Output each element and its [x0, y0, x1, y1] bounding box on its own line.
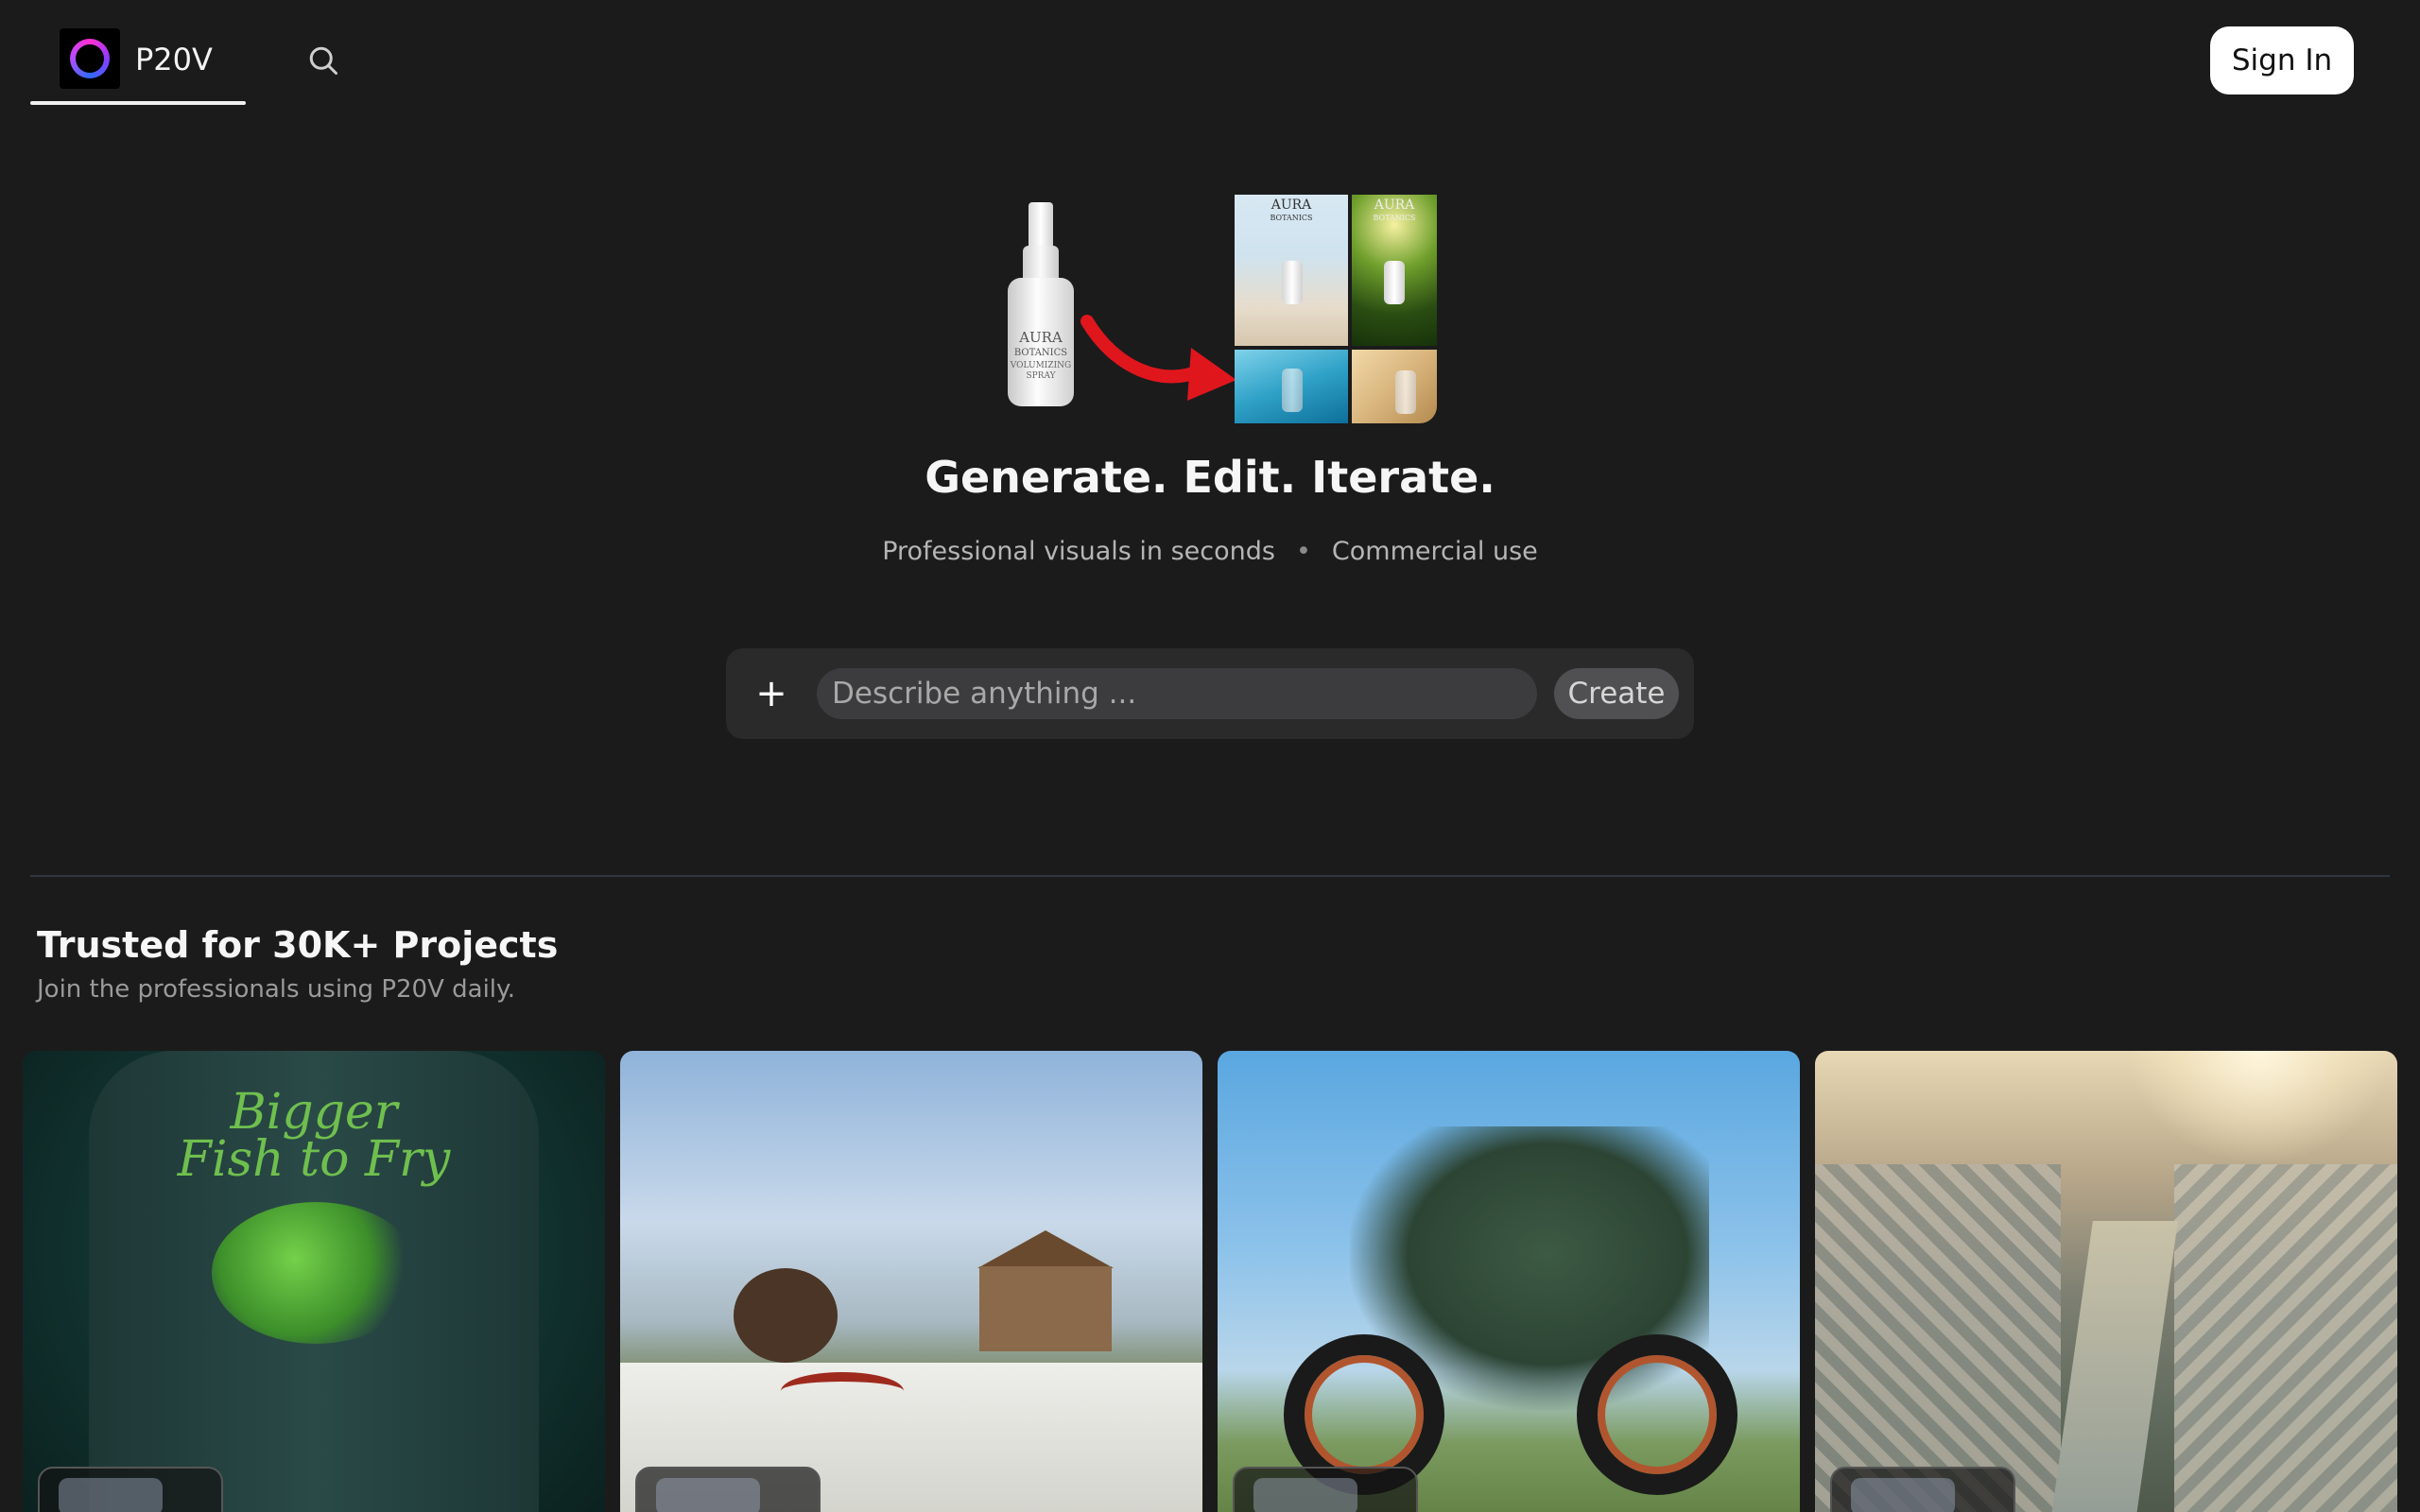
variation-forest: AURA BOTANICS: [1352, 195, 1437, 346]
add-attachment-button[interactable]: +: [747, 669, 796, 718]
variation-beach: AURA BOTANICS: [1235, 195, 1348, 346]
generated-variations-collage: AURA BOTANICS AURA BOTANICS: [1235, 195, 1437, 423]
bottle-fineprint: VOLUMIZING SPRAY: [1010, 361, 1072, 381]
product-bottle-image: AURA BOTANICS VOLUMIZING SPRAY: [1008, 202, 1074, 406]
search-icon: [309, 46, 337, 75]
ring-logo-icon: [60, 28, 120, 89]
section-divider: [30, 875, 2390, 877]
shirt-dragon-graphic: [212, 1202, 420, 1344]
shirt-print-text: Bigger Fish to Fry: [177, 1084, 451, 1188]
variation-water: [1235, 350, 1348, 423]
card-thumbnail-chip[interactable]: [635, 1467, 821, 1512]
prompt-input[interactable]: [817, 668, 1537, 719]
gallery-card-motorcycle[interactable]: [1218, 1051, 1800, 1512]
subline-separator: •: [1295, 537, 1311, 566]
create-button[interactable]: Create: [1554, 668, 1679, 719]
search-button[interactable]: [302, 40, 344, 81]
card-thumbnail-chip[interactable]: [1233, 1467, 1418, 1512]
bottle-sub-brand: BOTANICS: [1013, 348, 1068, 358]
subline-right: Commercial use: [1331, 537, 1538, 566]
brand-home-link[interactable]: P20V: [30, 28, 246, 104]
gallery-card-tshirt[interactable]: Bigger Fish to Fry: [23, 1051, 605, 1512]
card-thumbnail-chip[interactable]: [38, 1467, 223, 1512]
section-subtitle: Join the professionals using P20V daily.: [37, 975, 515, 1004]
hero-subline: Professional visuals in seconds • Commerci…: [0, 537, 2420, 566]
hero-headline: Generate. Edit. Iterate.: [925, 452, 1495, 503]
top-nav: P20V Sign In: [0, 0, 2420, 106]
subline-left: Professional visuals in seconds: [882, 537, 1275, 566]
card-thumbnail-chip[interactable]: [1830, 1467, 2015, 1512]
prompt-bar: + Create: [726, 648, 1694, 739]
brand-name: P20V: [135, 42, 213, 77]
hero-illustration: AURA BOTANICS VOLUMIZING SPRAY AURA BOTAN…: [993, 189, 1446, 427]
active-tab-underline: [30, 101, 246, 105]
gallery-card-city[interactable]: [1815, 1051, 2397, 1512]
curved-arrow-icon: [1080, 315, 1236, 401]
section-title: Trusted for 30K+ Projects: [37, 924, 559, 966]
gallery-card-garden[interactable]: [620, 1051, 1202, 1512]
bottle-brand: AURA: [1019, 329, 1063, 346]
sign-in-button[interactable]: Sign In: [2210, 26, 2354, 94]
showcase-gallery: Bigger Fish to Fry: [23, 1051, 2399, 1512]
variation-gold: [1352, 350, 1437, 423]
